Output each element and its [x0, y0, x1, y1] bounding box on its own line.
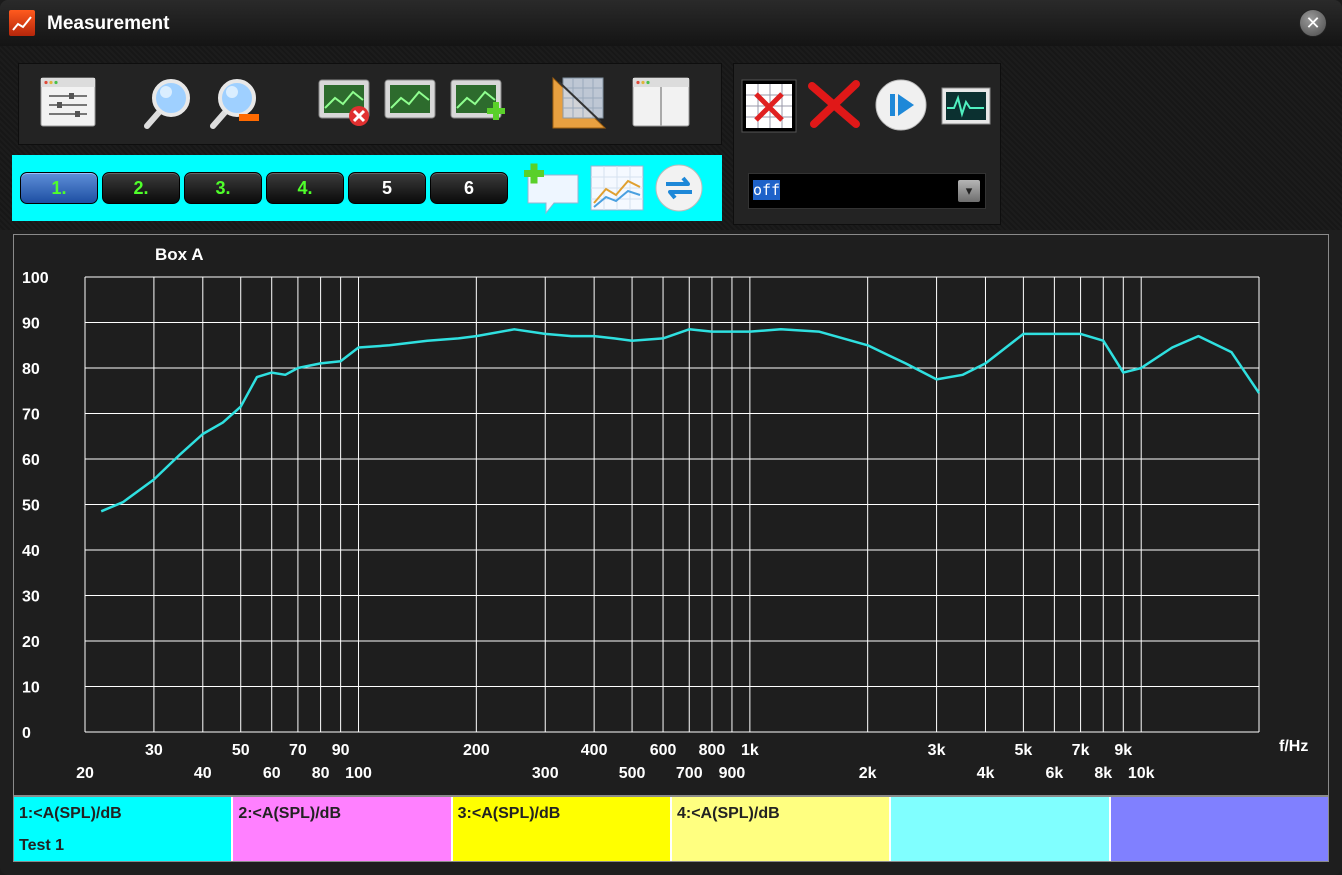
- x-axis-ticks: 30 50 70 90 200 400 600 800 1k 3k 5k 7k 9k 20 40 60 80 10…: [76, 742, 1155, 782]
- mode-select[interactable]: off ▾: [748, 173, 986, 209]
- legend-cell-6[interactable]: [1110, 797, 1328, 861]
- x-tick-label: 4k: [977, 765, 995, 782]
- legend-cell-5[interactable]: [891, 797, 1111, 861]
- x-tick-label: 5k: [1014, 742, 1032, 759]
- graph-icon[interactable]: [383, 76, 439, 126]
- x-tick-label: 30: [145, 742, 163, 759]
- add-comment-icon[interactable]: [520, 163, 582, 215]
- legend-cell-3[interactable]: 3:<A(SPL)/dB: [452, 797, 672, 861]
- curve-tab-2[interactable]: 2.: [102, 172, 180, 204]
- legend-cell-4[interactable]: 4:<A(SPL)/dB: [671, 797, 892, 861]
- chart-icon[interactable]: [588, 163, 646, 213]
- y-axis-ticks: 0 10 20 30 40 50 60 70 80 90 100: [22, 270, 49, 742]
- chevron-down-icon[interactable]: ▾: [958, 180, 980, 202]
- legend-cell-1[interactable]: 1:<A(SPL)/dB Test 1: [14, 797, 234, 861]
- chart-title: Box A: [155, 245, 204, 264]
- x-tick-label: 700: [676, 765, 703, 782]
- close-icon[interactable]: ✕: [1299, 9, 1327, 37]
- split-window-icon[interactable]: [631, 76, 691, 128]
- legend-name-1: Test 1: [19, 837, 65, 854]
- x-tick-label: 90: [332, 742, 350, 759]
- curve-tab-4[interactable]: 4.: [266, 172, 344, 204]
- legend-label-1: 1:<A(SPL)/dB: [19, 805, 122, 822]
- y-tick-label: 100: [22, 270, 49, 287]
- main-toolbar: [18, 63, 722, 145]
- y-tick-label: 40: [22, 543, 40, 560]
- y-tick-label: 80: [22, 361, 40, 378]
- curve-tab-5[interactable]: 5: [348, 172, 426, 204]
- grid: [84, 276, 1260, 733]
- ruler-icon[interactable]: [549, 74, 611, 132]
- legend-cell-2[interactable]: 2:<A(SPL)/dB: [233, 797, 453, 861]
- series-layer: [100, 328, 1261, 513]
- zoom-out-icon[interactable]: [209, 76, 263, 130]
- curve-tab-3[interactable]: 3.: [184, 172, 262, 204]
- x-tick-label: 60: [263, 765, 281, 782]
- y-tick-label: 90: [22, 316, 40, 333]
- sync-icon[interactable]: [652, 163, 706, 213]
- x-tick-label: 500: [619, 765, 646, 782]
- delete-graph-icon[interactable]: [317, 76, 373, 130]
- x-tick-label: 6k: [1045, 765, 1063, 782]
- curve-tab-6[interactable]: 6: [430, 172, 508, 204]
- x-tick-label: 20: [76, 765, 94, 782]
- add-graph-icon[interactable]: [449, 76, 507, 130]
- y-tick-label: 10: [22, 680, 40, 697]
- x-tick-label: 300: [532, 765, 559, 782]
- title-bar[interactable]: Measurement ✕: [0, 0, 1342, 46]
- x-tick-label: 800: [699, 742, 726, 759]
- x-axis-label: f/Hz: [1279, 738, 1308, 755]
- y-tick-label: 20: [22, 634, 40, 651]
- app-icon: [9, 10, 35, 36]
- x-tick-label: 40: [194, 765, 212, 782]
- chart-panel: Box A f/Hz 0 10 20 30 40 50 60 70 80 90 100 30 50 70…: [13, 234, 1329, 796]
- curve-legend: 1:<A(SPL)/dB Test 1 2:<A(SPL)/dB 3:<A(SP…: [13, 796, 1329, 862]
- legend-label-2: 2:<A(SPL)/dB: [238, 805, 341, 822]
- mode-select-value: off: [753, 180, 781, 200]
- clear-table-icon[interactable]: [740, 78, 798, 134]
- x-tick-label: 70: [289, 742, 307, 759]
- x-tick-label: 3k: [928, 742, 946, 759]
- oscilloscope-icon[interactable]: [940, 86, 992, 126]
- legend-label-3: 3:<A(SPL)/dB: [457, 805, 561, 822]
- x-tick-label: 50: [232, 742, 250, 759]
- play-icon[interactable]: [874, 78, 928, 132]
- y-tick-label: 0: [22, 725, 31, 742]
- legend-label-4: 4:<A(SPL)/dB: [676, 805, 780, 822]
- delete-icon[interactable]: [806, 78, 862, 130]
- x-tick-label: 400: [581, 742, 608, 759]
- curve-tab-bar: 1. 2. 3. 4. 5 6: [12, 155, 722, 221]
- x-tick-label: 7k: [1072, 742, 1090, 759]
- x-tick-label: 8k: [1094, 765, 1112, 782]
- x-tick-label: 200: [463, 742, 490, 759]
- x-tick-label: 10k: [1128, 765, 1155, 782]
- x-tick-label: 1k: [741, 742, 759, 759]
- window-title: Measurement: [47, 13, 170, 34]
- x-tick-label: 900: [719, 765, 746, 782]
- zoom-in-icon[interactable]: [143, 76, 193, 130]
- y-tick-label: 30: [22, 589, 40, 606]
- x-tick-label: 9k: [1114, 742, 1132, 759]
- series-line-1: [100, 328, 1261, 513]
- x-tick-label: 80: [312, 765, 330, 782]
- y-tick-label: 70: [22, 407, 40, 424]
- curve-tab-1[interactable]: 1.: [20, 172, 98, 204]
- y-tick-label: 60: [22, 452, 40, 469]
- frequency-response-chart[interactable]: Box A f/Hz 0102030405060708090100 30 50 70…: [14, 235, 1328, 795]
- y-tick-label: 50: [22, 498, 40, 515]
- x-tick-label: 100: [345, 765, 372, 782]
- settings-window-icon[interactable]: [39, 76, 97, 128]
- x-tick-label: 2k: [859, 765, 877, 782]
- x-tick-label: 600: [650, 742, 677, 759]
- measurement-window: Measurement ✕ 1. 2. 3. 4. 5 6 off ▾ Box …: [0, 0, 1342, 875]
